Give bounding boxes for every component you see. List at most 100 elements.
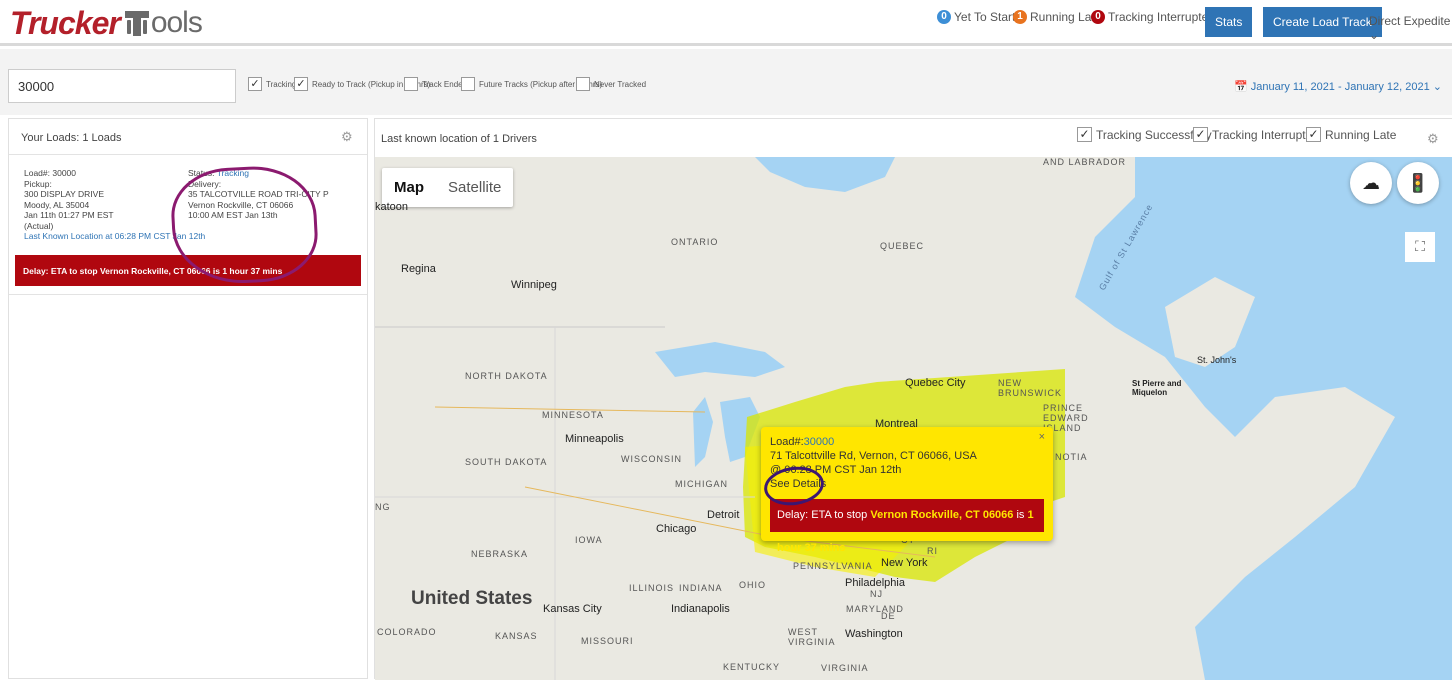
map-label: NEBRASKA (471, 549, 529, 559)
load-card[interactable]: Load#: 30000 Pickup: 300 DISPLAY DRIVE M… (9, 155, 367, 295)
country-label: United States (411, 588, 533, 609)
trucker-tools-logo[interactable]: Trucker ools (10, 4, 203, 42)
company-dropdown[interactable]: Direct Expedite ⌄ (1369, 14, 1452, 42)
map-label: WISCONSIN (621, 454, 683, 464)
popup-delay-prefix: Delay: ETA to stop (777, 509, 871, 521)
map-label: KENTUCKY (723, 662, 781, 672)
legend-tracking-interrupted[interactable]: 0 Tracking Interrupted (1091, 10, 1215, 24)
logo-suffix-text: ools (150, 6, 203, 39)
filter-never-tracked-checkbox[interactable] (576, 77, 590, 91)
map-label: KANSAS (495, 631, 538, 641)
city-label: St. John's (1197, 355, 1237, 365)
tracking-interrupted-label: Tracking Interrupted (1108, 10, 1215, 24)
map-canvas[interactable]: Map Satellite ☁ 🚦 ⛶ AND LABRADOR ONTARIO… (375, 157, 1452, 680)
filter-tracking[interactable]: ✓ Tracking (248, 77, 296, 91)
map-label: ILLINOIS (629, 583, 675, 593)
legend-yet-to-start[interactable]: 0 Yet To Start (937, 10, 1015, 24)
map-label: INDIANA (679, 583, 723, 593)
popup-delay-bar: Delay: ETA to stop Vernon Rockville, CT … (770, 499, 1044, 554)
filter-never-tracked[interactable]: Never Tracked (576, 77, 646, 91)
traffic-light-icon[interactable]: 🚦 (1397, 162, 1439, 204)
loads-panel-title: Your Loads: 1 Loads (21, 132, 122, 144)
tracking-interrupted-map-label: Tracking Interrupted (1212, 127, 1319, 142)
stats-button[interactable]: Stats (1205, 7, 1253, 37)
yet-to-start-label: Yet To Start (954, 10, 1016, 24)
filter-bar: ✓ Tracking ✓ Ready to Track (Pickup in 2… (0, 49, 1452, 115)
map-label: RI (927, 546, 938, 556)
map-label: MISSOURI (581, 636, 634, 646)
load-search-input[interactable] (8, 69, 236, 103)
filter-future-tracks-checkbox[interactable] (461, 77, 475, 91)
gear-icon[interactable]: ⚙ (341, 129, 355, 144)
city-label: Minneapolis (565, 433, 624, 445)
running-late-map-label: Running Late (1325, 127, 1397, 142)
date-range-picker[interactable]: 📅 January 11, 2021 - January 12, 2021 ⌄ (1234, 80, 1442, 93)
map-filter-tracking-interrupted[interactable]: ✓ Tracking Interrupted (1193, 127, 1319, 142)
loads-panel-header: Your Loads: 1 Loads ⚙ (9, 119, 367, 155)
map-filter-running-late[interactable]: ✓ Running Late (1306, 127, 1396, 142)
tracking-interrupted-checkbox[interactable]: ✓ (1193, 127, 1208, 142)
map-label: NJ (870, 589, 883, 599)
map-label: AND LABRADOR (1043, 157, 1127, 167)
load-number: Load#: 30000 (24, 168, 76, 178)
filter-ready-to-track-checkbox[interactable]: ✓ (294, 77, 308, 91)
popup-load: Load#:30000 (770, 436, 834, 448)
map-label: NG (375, 502, 391, 512)
map-label: MICHIGAN (675, 479, 728, 489)
legend-running-late[interactable]: 1 Running Late (1013, 10, 1101, 24)
create-load-track-button[interactable]: Create Load Track (1263, 7, 1382, 37)
gear-icon[interactable]: ⚙ (1427, 131, 1441, 146)
map-label: MINNESOTA (542, 410, 604, 420)
map-label: NOTIA (1055, 452, 1088, 462)
loads-panel: Your Loads: 1 Loads ⚙ Load#: 30000 Picku… (8, 118, 368, 679)
map-label: IOWA (575, 535, 603, 545)
city-label: Winnipeg (511, 279, 557, 291)
city-label: St Pierre and Miquelon (1132, 379, 1182, 397)
map-label: DE (881, 611, 896, 621)
city-label: Quebec City (905, 377, 966, 389)
pickup-label: Pickup: (24, 178, 52, 189)
map-label: SOUTH DAKOTA (465, 457, 548, 467)
yet-to-start-count-badge: 0 (937, 10, 951, 24)
map-filter-tracking-successfully[interactable]: ✓ Tracking Successfully (1077, 127, 1212, 142)
city-label: Philadelphia (845, 577, 905, 589)
top-navigation-bar: Trucker ools 0 Yet To Start 1 Running La… (0, 0, 1452, 46)
map-panel-title: Last known location of 1 Drivers (381, 133, 537, 145)
logo-t-icon (124, 8, 150, 38)
filter-track-ended-checkbox[interactable] (404, 77, 418, 91)
city-label: Kansas City (543, 603, 602, 615)
map-label: WEST VIRGINIA (788, 627, 836, 647)
popup-load-number[interactable]: 30000 (804, 436, 835, 448)
map-type-satellite[interactable]: Satellite (436, 168, 513, 207)
popup-address: 71 Talcottville Rd, Vernon, CT 06066, US… (770, 450, 977, 462)
filter-tracking-checkbox[interactable]: ✓ (248, 77, 262, 91)
map-label: VIRGINIA (821, 663, 869, 673)
map-label: NEW BRUNSWICK (998, 378, 1063, 398)
popup-delay-mid: is (1013, 509, 1028, 521)
filter-tracking-label: Tracking (266, 79, 297, 89)
logo-brand-text: Trucker (10, 4, 121, 41)
popup-load-label: Load#: (770, 436, 804, 448)
map-label: COLORADO (377, 627, 437, 637)
filter-track-ended[interactable]: Track Ended (404, 77, 467, 91)
tracking-successfully-checkbox[interactable]: ✓ (1077, 127, 1092, 142)
running-late-count-badge: 1 (1013, 10, 1027, 24)
fullscreen-icon[interactable]: ⛶ (1405, 232, 1435, 262)
map-label: QUEBEC (880, 241, 925, 251)
map-label: OHIO (739, 580, 767, 590)
city-label: Detroit (707, 509, 740, 521)
map-panel-header: Last known location of 1 Drivers ✓ Track… (375, 119, 1452, 157)
city-label: Chicago (656, 523, 697, 535)
map-label: ONTARIO (671, 237, 719, 247)
filter-never-tracked-label: Never Tracked (594, 79, 647, 89)
city-label: Indianapolis (671, 603, 730, 615)
map-panel: Last known location of 1 Drivers ✓ Track… (374, 118, 1452, 680)
city-label: katoon (375, 201, 409, 213)
city-label: Washington (845, 628, 903, 640)
close-icon[interactable]: × (1039, 431, 1045, 443)
cloud-icon[interactable]: ☁ (1350, 162, 1392, 204)
city-label: New York (881, 557, 928, 569)
popup-delay-stop: Vernon Rockville, CT 06066 (870, 509, 1014, 521)
tracking-interrupted-count-badge: 0 (1091, 10, 1105, 24)
running-late-checkbox[interactable]: ✓ (1306, 127, 1321, 142)
